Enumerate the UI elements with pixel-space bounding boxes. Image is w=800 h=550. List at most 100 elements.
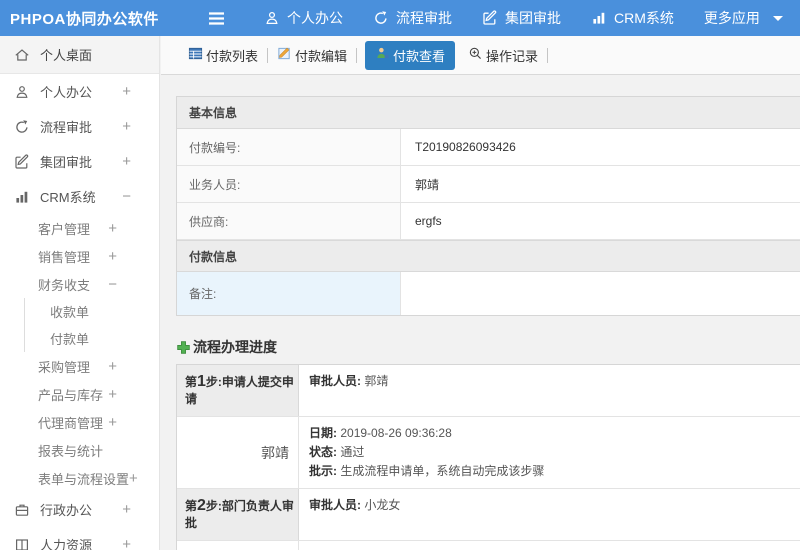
sidebar-item-group-approval[interactable]: 集团审批 + xyxy=(0,144,159,179)
nav-label: 集团审批 xyxy=(505,10,561,26)
workflow-progress-title: 流程办理进度 xyxy=(193,339,277,355)
flow-arrow-icon xyxy=(373,10,389,26)
person-icon xyxy=(14,84,31,100)
tab-payment-edit[interactable]: 付款编辑 xyxy=(270,41,354,70)
step-title: 第1步:申请人提交申请 xyxy=(177,365,299,416)
field-value-payment-number: T20190826093426 xyxy=(415,140,516,154)
nav-crm-system[interactable]: CRM系统 xyxy=(576,0,689,36)
payment-view-icon xyxy=(375,46,390,64)
expand-plus-icon[interactable]: + xyxy=(122,153,131,170)
sidebar-item-admin-office[interactable]: 行政办公 + xyxy=(0,492,159,527)
collapse-minus-icon[interactable]: − xyxy=(108,276,117,293)
sidebar-item-customer-mgmt[interactable]: 客户管理 + xyxy=(0,214,159,242)
sidebar-item-label: 收款单 xyxy=(50,305,90,320)
expand-plus-icon[interactable]: + xyxy=(108,358,117,375)
field-label: 付款编号: xyxy=(177,129,401,165)
sidebar-item-sales-mgmt[interactable]: 销售管理 + xyxy=(0,242,159,270)
expand-plus-icon[interactable]: + xyxy=(122,501,131,518)
nav-workflow-approval[interactable]: 流程审批 xyxy=(358,0,467,36)
expand-plus-icon[interactable]: + xyxy=(122,83,131,100)
sidebar: 个人桌面 个人办公 + 流程审批 + 集团审批 + CRM系统 − 客户管理 +… xyxy=(0,36,160,550)
sidebar-item-agent-mgmt[interactable]: 代理商管理 + xyxy=(0,408,159,436)
sidebar-item-label: 个人桌面 xyxy=(40,48,93,63)
workflow-progress-table: 第1步:申请人提交申请 审批人员: 郭靖 郭靖 日期: 2019-08-26 0… xyxy=(176,364,800,550)
book-icon xyxy=(14,537,31,550)
sidebar-item-purchase-mgmt[interactable]: 采购管理 + xyxy=(0,352,159,380)
bar-chart-icon xyxy=(591,10,607,26)
sidebar-item-crm-system[interactable]: CRM系统 − xyxy=(0,179,159,214)
sidebar-item-label: 客户管理 xyxy=(38,221,91,237)
top-navigation: 个人办公 流程审批 集团审批 CRM系统 更多应用 xyxy=(249,0,798,36)
expand-plus-icon[interactable]: + xyxy=(129,470,138,487)
expand-plus-icon[interactable]: + xyxy=(108,220,117,237)
nav-more-apps[interactable]: 更多应用 xyxy=(689,0,798,36)
sidebar-item-product-inventory[interactable]: 产品与库存 + xyxy=(0,380,159,408)
payment-edit-icon xyxy=(277,46,292,64)
top-header-bar: PHPOA协同办公软件 个人办公 流程审批 集团审批 CRM系统 更多应用 xyxy=(0,0,800,36)
nav-label: CRM系统 xyxy=(614,10,674,26)
sidebar-item-workflow-approval[interactable]: 流程审批 + xyxy=(0,109,159,144)
plus-icon xyxy=(176,340,191,355)
tab-label: 付款查看 xyxy=(393,48,446,64)
sidebar-item-label: CRM系统 xyxy=(40,190,96,205)
sidebar-item-label: 付款单 xyxy=(50,332,90,347)
expand-plus-icon[interactable]: + xyxy=(108,386,117,403)
approval-comment-line: 批示: 生成流程申请单，系统自动完成该步骤 xyxy=(309,464,545,478)
expand-plus-icon[interactable]: + xyxy=(108,414,117,431)
sidebar-item-label: 表单与流程设置 xyxy=(38,471,130,487)
tab-separator xyxy=(356,47,358,63)
tab-bar: 付款列表 付款编辑 付款查看 操作记录 xyxy=(161,36,800,75)
collapse-minus-icon[interactable]: − xyxy=(122,188,131,205)
field-value-note xyxy=(401,272,800,315)
workflow-step-header: 第1步:申请人提交申请 审批人员: 郭靖 xyxy=(177,365,800,417)
expand-plus-icon[interactable]: + xyxy=(108,248,117,265)
sidebar-item-reports-stats[interactable]: 报表与统计 xyxy=(0,436,159,464)
sidebar-item-label: 报表与统计 xyxy=(38,443,104,459)
payment-detail-table: 基本信息 付款编号: T20190826093426 业务人员: 郭靖 供应商:… xyxy=(176,96,800,316)
app-logo: PHPOA协同办公软件 xyxy=(10,10,159,28)
bar-chart-icon xyxy=(14,189,31,205)
tab-separator xyxy=(547,47,549,63)
approval-detail: 日期: 2019-08-26 09:36:28 状态: 通过 批示: 生成流程申… xyxy=(299,417,800,488)
section-header-payment-info: 付款信息 xyxy=(177,240,800,272)
sidebar-item-payment-order[interactable]: 付款单 xyxy=(25,325,159,352)
tab-payment-view[interactable]: 付款查看 xyxy=(365,40,456,70)
briefcase-icon xyxy=(14,502,31,518)
table-row: 供应商: ergfs xyxy=(177,203,800,240)
sidebar-item-personal-desktop[interactable]: 个人桌面 xyxy=(0,36,159,74)
caret-down-icon xyxy=(772,15,783,21)
person-icon xyxy=(264,10,280,26)
sidebar-item-receipt-order[interactable]: 收款单 xyxy=(25,298,159,325)
edit-icon xyxy=(14,153,31,170)
approval-status-line: 状态: 通过 xyxy=(309,445,365,459)
field-value-business-person: 郭靖 xyxy=(415,177,440,192)
tab-operation-log[interactable]: 操作记录 xyxy=(461,41,545,70)
approval-date-line: 日期: 2019-08-26 09:36:28 xyxy=(309,426,452,440)
sidebar-item-finance[interactable]: 财务收支 − xyxy=(0,270,159,298)
sidebar-item-human-resources[interactable]: 人力资源 + xyxy=(0,527,159,550)
sidebar-item-form-flow-settings[interactable]: 表单与流程设置 + xyxy=(0,464,159,492)
hamburger-icon[interactable] xyxy=(207,10,227,26)
nav-group-approval[interactable]: 集团审批 xyxy=(467,0,576,36)
home-icon xyxy=(14,47,31,63)
finance-submenu: 收款单 付款单 xyxy=(24,298,159,352)
sidebar-item-personal-office[interactable]: 个人办公 + xyxy=(0,74,159,109)
nav-label: 个人办公 xyxy=(287,10,343,26)
nav-personal-office[interactable]: 个人办公 xyxy=(249,0,358,36)
step-title: 第2步:部门负责人审批 xyxy=(177,489,299,540)
sidebar-item-label: 行政办公 xyxy=(40,503,93,518)
approval-detail: 日期: 2019-08-26 09:38:06 状态: 通过 批示: 通过 xyxy=(299,541,800,550)
sidebar-item-label: 集团审批 xyxy=(40,155,93,170)
expand-plus-icon[interactable]: + xyxy=(122,118,131,135)
tab-payment-list[interactable]: 付款列表 xyxy=(181,41,265,70)
edit-icon xyxy=(482,10,498,26)
sidebar-item-label: 个人办公 xyxy=(40,85,93,100)
expand-plus-icon[interactable]: + xyxy=(122,536,131,550)
workflow-step-detail: 小龙女 日期: 2019-08-26 09:38:06 状态: 通过 批示: 通… xyxy=(177,541,800,550)
field-label: 业务人员: xyxy=(177,166,401,202)
approver-name: 郭靖 xyxy=(177,417,299,488)
table-row: 业务人员: 郭靖 xyxy=(177,166,800,203)
nav-label: 流程审批 xyxy=(396,10,452,26)
tab-label: 付款列表 xyxy=(206,48,259,64)
table-row: 付款编号: T20190826093426 xyxy=(177,129,800,166)
